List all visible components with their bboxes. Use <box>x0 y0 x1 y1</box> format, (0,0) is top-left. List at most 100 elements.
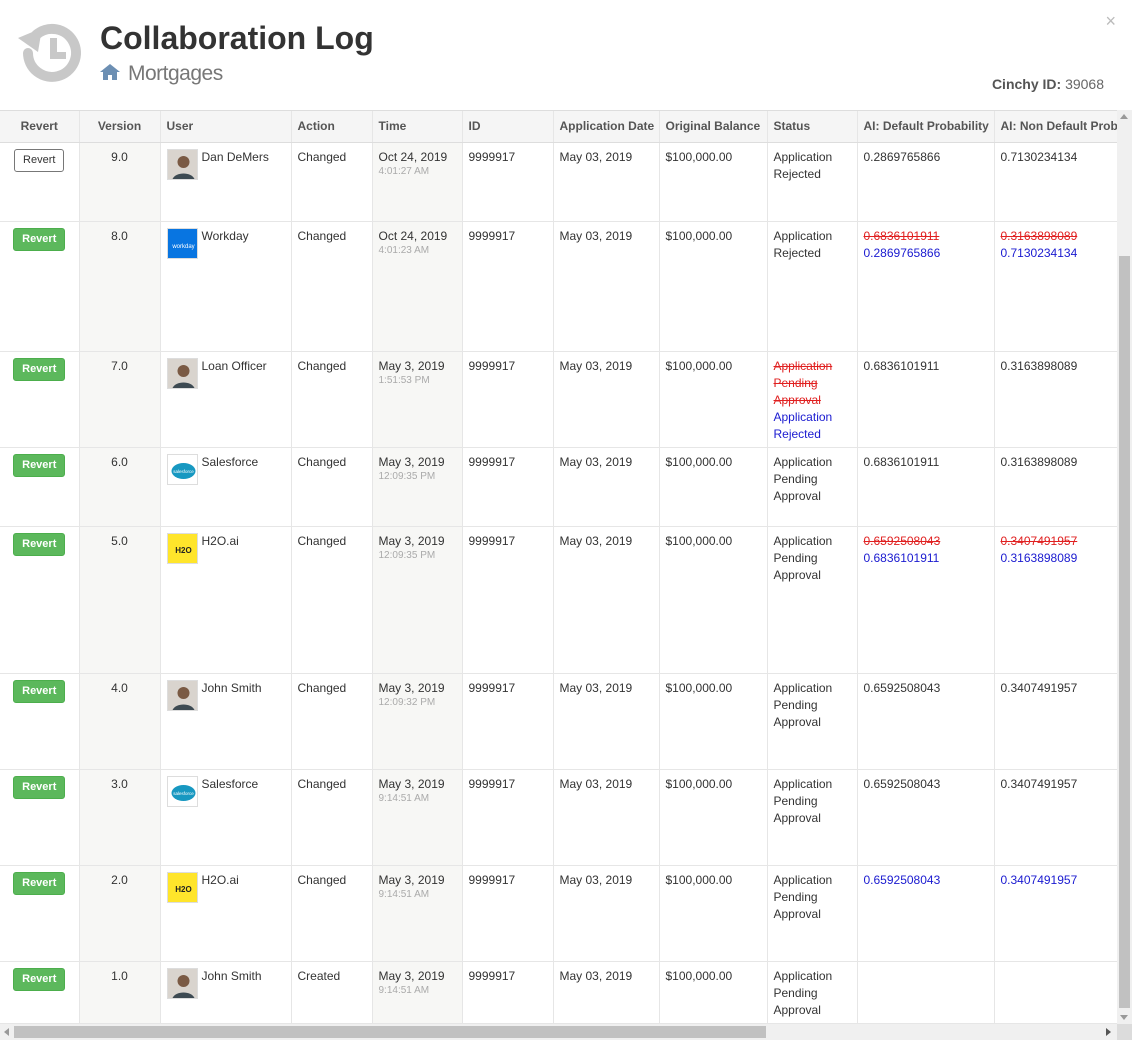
status-value: Application Pending Approval <box>773 454 833 503</box>
status-value: Application Pending Approval <box>773 533 833 582</box>
non-default-probability-cell: 0.3407491957 <box>994 673 1132 770</box>
application-date-value: May 03, 2019 <box>559 358 633 373</box>
action-value: Changed <box>297 776 347 791</box>
breadcrumb[interactable]: Mortgages <box>100 62 223 86</box>
vertical-scrollbar[interactable] <box>1117 110 1132 1024</box>
avatar: salesforce <box>166 453 198 485</box>
status-cell: Application Pending Approval <box>767 526 858 674</box>
vertical-scroll-thumb[interactable] <box>1119 256 1130 1008</box>
svg-text:H2O: H2O <box>175 546 191 555</box>
column-header-id[interactable]: ID <box>462 111 554 143</box>
table-header-row: Revert Version User Action Time ID Application… <box>0 111 1132 143</box>
revert-button[interactable]: Revert <box>13 679 66 703</box>
table-row: Revert 5.0 H2O H2O.ai Changed May 3, 2019 12:0… <box>0 526 1132 674</box>
original-balance-cell: $100,000.00 <box>659 351 768 448</box>
time-cell: May 3, 2019 9:14:51 AM <box>372 961 463 1024</box>
cinchy-id-value: 39068 <box>1065 76 1104 92</box>
time-date: Oct 24, 2019 <box>378 149 448 164</box>
non-default-probability-value: 0.7130234134 <box>1000 149 1078 164</box>
revert-cell: Revert <box>0 769 80 866</box>
non-default-probability-value-old: 0.3407491957 <box>1000 533 1078 548</box>
action-value: Changed <box>297 149 347 164</box>
non-default-probability-cell: 0.3407491957 0.3163898089 <box>994 526 1132 674</box>
application-date-cell: May 03, 2019 <box>553 961 660 1024</box>
time-date: May 3, 2019 <box>378 358 445 373</box>
original-balance-value: $100,000.00 <box>665 968 733 983</box>
user-cell: workday Workday <box>160 221 292 352</box>
version-value: 1.0 <box>111 968 128 983</box>
original-balance-value: $100,000.00 <box>665 872 733 887</box>
id-cell: 9999917 <box>462 769 554 866</box>
horizontal-scrollbar[interactable] <box>0 1024 1117 1040</box>
column-header-action[interactable]: Action <box>291 111 373 143</box>
id-cell: 9999917 <box>462 142 554 222</box>
time-cell: May 3, 2019 12:09:35 PM <box>372 447 463 527</box>
column-header-status[interactable]: Status <box>767 111 858 143</box>
revert-button[interactable]: Revert <box>13 967 66 991</box>
close-icon[interactable]: × <box>1105 12 1116 30</box>
revert-button[interactable]: Revert <box>13 453 66 477</box>
original-balance-value: $100,000.00 <box>665 228 733 243</box>
scroll-down-icon[interactable] <box>1120 1015 1128 1020</box>
column-header-user[interactable]: User <box>160 111 292 143</box>
non-default-probability-value: 0.3163898089 <box>1000 358 1078 373</box>
version-cell: 7.0 <box>79 351 161 448</box>
table-row: Revert 8.0 workday Workday Changed Oct 24, 20… <box>0 221 1132 352</box>
page-title: Collaboration Log <box>100 20 374 56</box>
revert-cell: Revert <box>0 526 80 674</box>
default-probability-value-new: 0.6836101911 <box>863 550 940 565</box>
id-value: 9999917 <box>468 149 516 164</box>
column-header-default[interactable]: AI: Default Probability <box>857 111 995 143</box>
time-cell: May 3, 2019 9:14:51 AM <box>372 769 463 866</box>
non-default-probability-value-new: 0.3407491957 <box>1000 872 1078 887</box>
cinchy-id-label: Cinchy ID: <box>991 76 1062 92</box>
id-cell: 9999917 <box>462 447 554 527</box>
id-cell: 9999917 <box>462 673 554 770</box>
action-value: Changed <box>297 454 347 469</box>
default-probability-cell: 0.6592508043 <box>857 673 995 770</box>
user-name: H2O.ai <box>201 533 239 548</box>
scroll-right-icon[interactable] <box>1106 1028 1111 1036</box>
breadcrumb-label[interactable]: Mortgages <box>128 62 223 85</box>
time-date: May 3, 2019 <box>378 776 445 791</box>
action-value: Changed <box>297 533 347 548</box>
avatar: salesforce <box>166 775 198 807</box>
version-value: 9.0 <box>111 149 128 164</box>
revert-button[interactable]: Revert <box>13 227 66 251</box>
non-default-probability-value-new: 0.7130234134 <box>1000 245 1078 260</box>
status-cell: Application Pending Approval Application … <box>767 351 858 448</box>
column-header-nondefault[interactable]: AI: Non Default Probability <box>994 111 1132 143</box>
revert-button[interactable]: Revert <box>14 148 65 172</box>
version-value: 6.0 <box>111 454 128 469</box>
status-cell: Application Pending Approval <box>767 865 858 962</box>
original-balance-value: $100,000.00 <box>665 149 733 164</box>
user-name: Workday <box>201 228 249 243</box>
column-header-version[interactable]: Version <box>79 111 161 143</box>
default-probability-value: 0.6836101911 <box>863 358 940 373</box>
revert-button[interactable]: Revert <box>13 357 66 381</box>
scrollbar-corner <box>1117 1024 1132 1040</box>
time-date: May 3, 2019 <box>378 872 445 887</box>
version-cell: 3.0 <box>79 769 161 866</box>
default-probability-value-new: 0.2869765866 <box>863 245 941 260</box>
non-default-probability-value-old: 0.3163898089 <box>1000 228 1078 243</box>
revert-button[interactable]: Revert <box>13 775 66 799</box>
avatar <box>166 148 198 180</box>
user-cell: H2O H2O.ai <box>160 865 292 962</box>
horizontal-scroll-thumb[interactable] <box>14 1026 766 1038</box>
application-date-value: May 03, 2019 <box>559 968 633 983</box>
column-header-appdate[interactable]: Application Date <box>553 111 660 143</box>
column-header-time[interactable]: Time <box>372 111 463 143</box>
user-cell: John Smith <box>160 673 292 770</box>
revert-button[interactable]: Revert <box>13 532 66 556</box>
status-value: Application Pending Approval <box>773 680 833 729</box>
non-default-probability-cell: 0.3163898089 0.7130234134 <box>994 221 1132 352</box>
original-balance-cell: $100,000.00 <box>659 961 768 1024</box>
version-value: 4.0 <box>111 680 128 695</box>
scroll-up-icon[interactable] <box>1120 114 1128 119</box>
scroll-left-icon[interactable] <box>4 1028 9 1036</box>
avatar <box>166 679 198 711</box>
column-header-balance[interactable]: Original Balance <box>659 111 768 143</box>
revert-button[interactable]: Revert <box>13 871 66 895</box>
column-header-revert[interactable]: Revert <box>0 111 80 143</box>
